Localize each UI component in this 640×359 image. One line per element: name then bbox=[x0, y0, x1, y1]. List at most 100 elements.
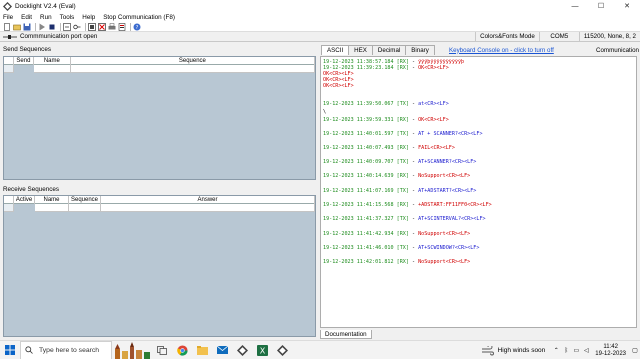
docklight-taskbar-button-2[interactable] bbox=[272, 341, 292, 359]
toolbar-separator bbox=[60, 22, 61, 31]
taskbar-clock[interactable]: 11:42 19-12-2023 bbox=[595, 344, 626, 358]
col-active[interactable]: Active bbox=[14, 196, 35, 204]
table-row[interactable] bbox=[4, 204, 315, 212]
explorer-taskbar-button[interactable] bbox=[192, 341, 212, 359]
menu-file[interactable]: File bbox=[3, 14, 13, 21]
save-icon[interactable] bbox=[23, 23, 31, 31]
row-header bbox=[4, 204, 14, 212]
tab-hex[interactable]: HEX bbox=[348, 45, 373, 55]
volume-icon[interactable]: ◁ bbox=[581, 341, 591, 359]
task-view-button[interactable] bbox=[152, 341, 172, 359]
chrome-icon bbox=[176, 344, 188, 356]
weather-widget[interactable]: High winds soon bbox=[481, 345, 545, 356]
key-icon[interactable] bbox=[73, 23, 81, 31]
window-title: Docklight V2.4 (Eval) bbox=[15, 2, 76, 10]
log-icon[interactable] bbox=[118, 22, 126, 31]
console-line: 19-12-2023 11:41:46.010 [TX] - AT+SCWIND… bbox=[323, 245, 480, 251]
col-send[interactable]: Send bbox=[14, 57, 34, 65]
docklight-app-icon bbox=[3, 1, 12, 11]
console-line: 19-12-2023 11:41:37.327 [TX] - AT+SCINTE… bbox=[323, 216, 486, 222]
minimize-button[interactable]: — bbox=[562, 0, 588, 12]
menu-stop-communication[interactable]: Stop Communication (F8) bbox=[103, 14, 175, 21]
col-sequence[interactable]: Sequence bbox=[69, 196, 101, 204]
snapshot-icon[interactable] bbox=[88, 22, 96, 31]
notifications-icon[interactable]: ▢ bbox=[630, 341, 640, 359]
wind-icon bbox=[481, 345, 494, 355]
receive-sequences-grid[interactable]: Active Name Sequence Answer bbox=[3, 195, 316, 337]
send-cell[interactable] bbox=[13, 65, 34, 73]
console-direction: [RX] bbox=[396, 173, 409, 179]
menu-tools[interactable]: Tools bbox=[60, 14, 75, 21]
console-line: 19-12-2023 11:39:50.067 [TX] - at<CR><LF… bbox=[323, 101, 449, 107]
toolbar-separator bbox=[35, 22, 36, 31]
status-bar: Commmunication port open Colors&Fonts Mo… bbox=[0, 31, 640, 42]
run-icon[interactable] bbox=[38, 23, 46, 31]
console-direction: [RX] bbox=[396, 259, 409, 265]
console-message: NoSupport<CR><LF> bbox=[418, 231, 471, 237]
keyboard-console-link[interactable]: Keyboard Console on - click to turn off bbox=[449, 45, 554, 55]
close-button[interactable]: ✕ bbox=[614, 0, 640, 12]
tab-ascii[interactable]: ASCII bbox=[321, 45, 350, 55]
console-message: AT + SCANNER?<CR><LF> bbox=[418, 131, 483, 137]
name-cell[interactable] bbox=[33, 65, 71, 73]
menu-help[interactable]: Help bbox=[82, 14, 95, 21]
console-direction: [TX] bbox=[396, 188, 409, 194]
new-file-icon[interactable] bbox=[3, 22, 11, 31]
mail-taskbar-button[interactable] bbox=[212, 341, 232, 359]
table-row[interactable] bbox=[4, 65, 315, 73]
console-line: OK<CR><LF> bbox=[323, 83, 354, 89]
start-button[interactable] bbox=[0, 341, 20, 359]
help-icon[interactable]: ? bbox=[133, 23, 141, 31]
clock-date: 19-12-2023 bbox=[595, 350, 626, 357]
col-answer[interactable]: Answer bbox=[101, 196, 315, 204]
menu-edit[interactable]: Edit bbox=[21, 14, 32, 21]
sequence-cell[interactable] bbox=[70, 65, 315, 73]
console-message: FAIL<CR><LF> bbox=[418, 145, 455, 151]
svg-text:?: ? bbox=[136, 25, 139, 31]
console-line: 19-12-2023 11:41:42.934 [RX] - NoSupport… bbox=[323, 231, 471, 237]
col-name[interactable]: Name bbox=[34, 57, 71, 65]
col-sequence[interactable]: Sequence bbox=[71, 57, 315, 65]
clock-time: 11:42 bbox=[603, 343, 618, 350]
clear-icon[interactable] bbox=[98, 22, 106, 31]
colors-fonts-mode[interactable]: Colors&Fonts Mode bbox=[475, 31, 539, 42]
name-cell[interactable] bbox=[35, 204, 69, 212]
console-timestamp: 19-12-2023 11:42:01.812 bbox=[323, 259, 394, 265]
chrome-taskbar-button[interactable] bbox=[172, 341, 192, 359]
col-name[interactable]: Name bbox=[35, 196, 69, 204]
console-message: AT+SCANNER?<CR><LF> bbox=[418, 159, 477, 165]
windows-logo-icon bbox=[5, 345, 15, 355]
row-header-corner bbox=[4, 57, 14, 65]
settings-icon[interactable] bbox=[63, 22, 71, 31]
answer-cell[interactable] bbox=[101, 204, 315, 212]
print-icon[interactable] bbox=[108, 22, 116, 31]
docklight-taskbar-button[interactable] bbox=[232, 341, 252, 359]
console-line: 19-12-2023 11:42:01.812 [RX] - NoSupport… bbox=[323, 259, 471, 265]
network-icon[interactable]: ▭ bbox=[571, 341, 581, 359]
tab-binary[interactable]: Binary bbox=[405, 45, 435, 55]
connection-icon bbox=[3, 34, 17, 39]
console-line: 19-12-2023 11:40:07.493 [RX] - FAIL<CR><… bbox=[323, 145, 455, 151]
active-cell[interactable] bbox=[14, 204, 35, 212]
excel-taskbar-button[interactable]: X bbox=[252, 341, 272, 359]
console-line: 19-12-2023 11:41:07.169 [TX] - AT+ADSTAR… bbox=[323, 188, 477, 194]
tab-decimal[interactable]: Decimal bbox=[371, 45, 407, 55]
communication-console[interactable]: 19-12-2023 11:38:57.184 [RX] - ÿÿÿþÿÿÿÿÿ… bbox=[320, 56, 637, 328]
taskbar-search-input[interactable]: Type here to search bbox=[20, 340, 112, 359]
bluetooth-icon[interactable]: ᛒ bbox=[561, 341, 571, 359]
sequence-cell[interactable] bbox=[69, 204, 101, 212]
console-timestamp: 19-12-2023 11:41:46.010 bbox=[323, 245, 394, 251]
stop-icon[interactable] bbox=[48, 23, 56, 31]
maximize-button[interactable]: ☐ bbox=[588, 0, 614, 12]
send-sequences-label: Send Sequences bbox=[3, 46, 51, 53]
tab-documentation[interactable]: Documentation bbox=[320, 330, 372, 339]
send-sequences-grid[interactable]: Send Name Sequence bbox=[3, 56, 316, 180]
communication-label: Communication bbox=[596, 46, 639, 54]
open-folder-icon[interactable] bbox=[13, 23, 21, 31]
console-timestamp: 19-12-2023 11:40:09.707 bbox=[323, 159, 394, 165]
menu-run[interactable]: Run bbox=[40, 14, 52, 21]
console-direction: [TX] bbox=[396, 216, 409, 222]
tray-overflow-chevron-icon[interactable]: ⌃ bbox=[551, 341, 561, 359]
city-skyline-icon[interactable] bbox=[112, 340, 152, 359]
docklight-icon bbox=[276, 344, 288, 356]
